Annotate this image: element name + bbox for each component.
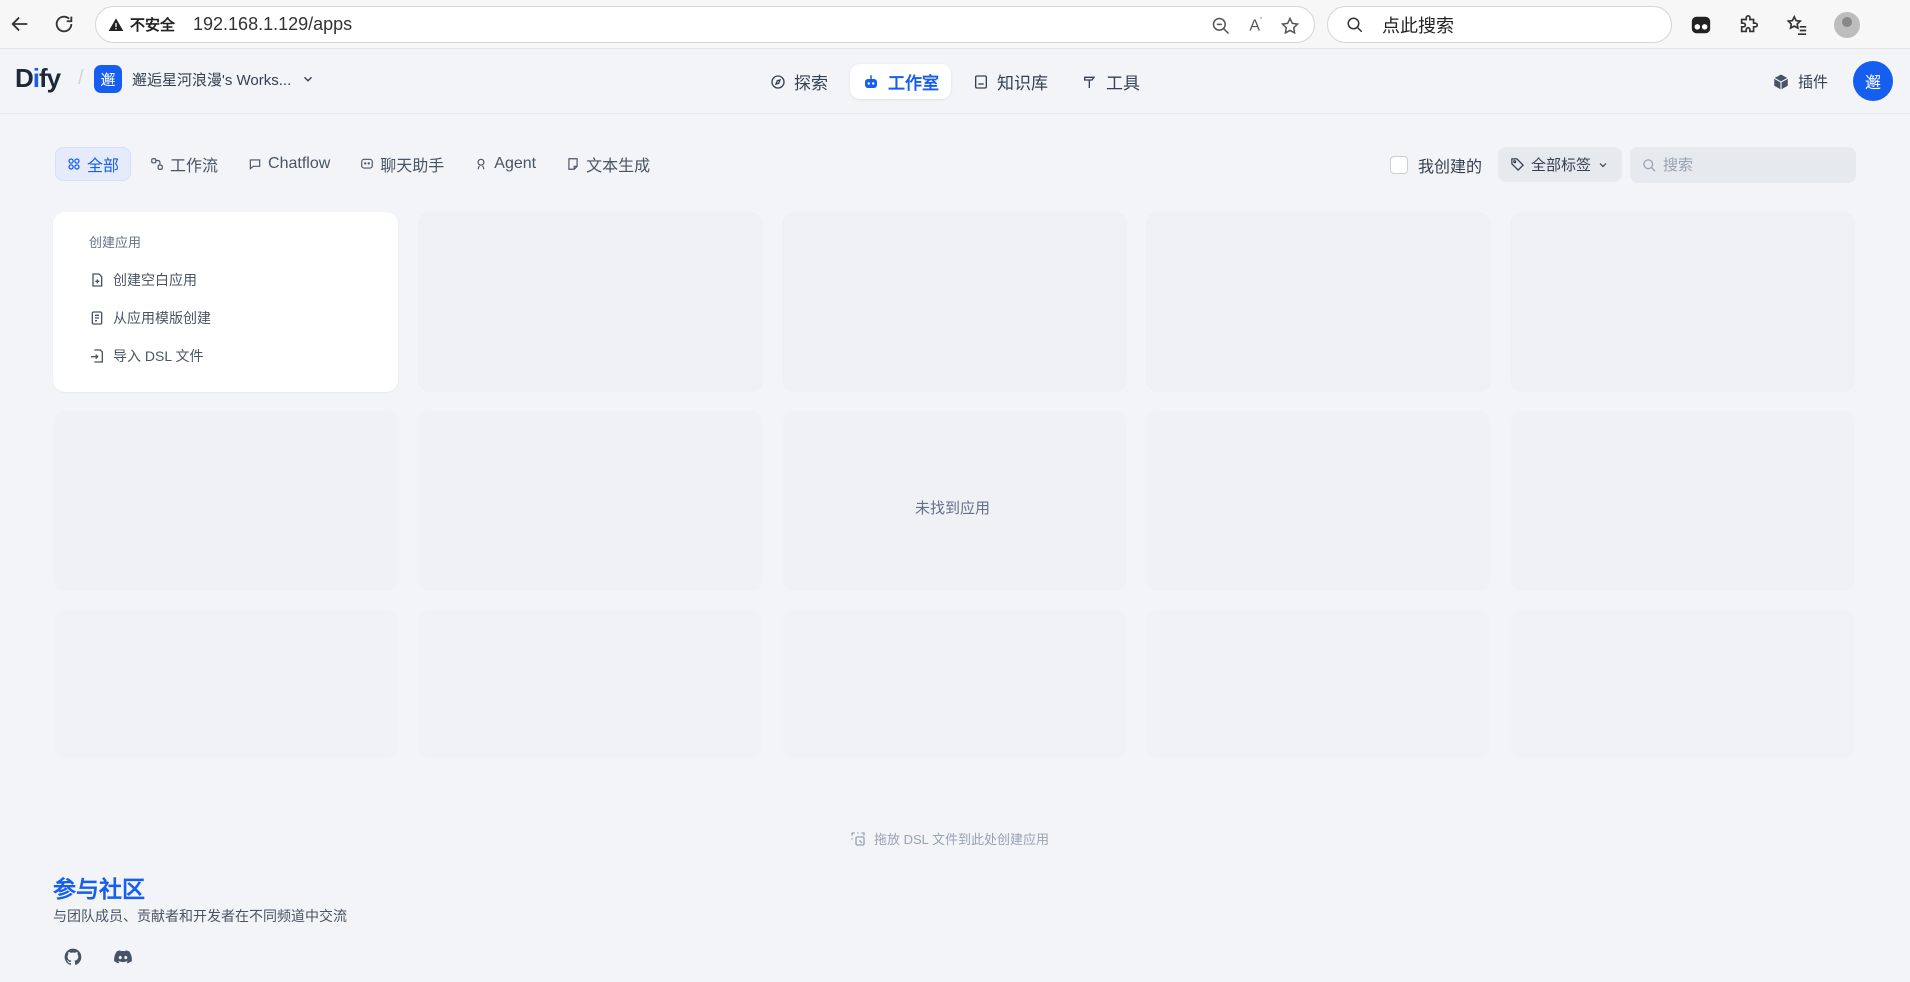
tags-filter[interactable]: 全部标签 [1498,147,1622,182]
chatflow-icon [249,159,261,170]
grid-icon [68,158,80,170]
discord-link[interactable] [110,944,136,970]
create-from-template[interactable]: 从应用模版创建 [89,299,362,337]
nav-explore[interactable]: 探索 [758,64,840,99]
app-header: Dify / 邂 邂逅星河浪漫's Works... 探索 工作室 知识库 工具… [0,49,1910,114]
robot-icon [865,74,877,88]
agent-icon [477,158,485,170]
search-icon [1643,158,1656,172]
search-icon [1347,17,1363,32]
workspace-switcher[interactable]: 邂 邂逅星河浪漫's Works... [94,65,315,93]
extension-app-icon[interactable] [1690,14,1712,36]
browser-search-placeholder: 点此搜索 [1382,15,1454,36]
back-button[interactable] [0,4,40,44]
nav-knowledge[interactable]: 知识库 [961,64,1060,99]
placeholder-card [1146,212,1491,392]
reload-icon [55,15,73,33]
browser-toolbar: 不安全 192.168.1.129/apps Aʼ 点此搜索 [0,0,1910,49]
nav-tools[interactable]: 工具 [1070,64,1152,99]
community-links [60,944,136,970]
placeholder-card [1510,212,1855,392]
read-aloud-icon[interactable]: Aʼ [1249,16,1262,35]
create-blank-app[interactable]: 创建空白应用 [89,261,362,299]
create-app-card: 创建应用 创建空白应用 从应用模版创建 导入 DSL 文件 [53,212,398,392]
address-bar[interactable]: 不安全 192.168.1.129/apps Aʼ [95,6,1315,43]
community-title: 参与社区 [53,876,145,902]
community-subtitle: 与团队成员、贡献者和开发者在不同频道中交流 [53,908,347,924]
chevron-down-icon [304,76,313,82]
cube-icon [1773,74,1789,89]
placeholder-card [1510,411,1855,591]
breadcrumb-divider: / [78,67,84,89]
tab-chat-assistant[interactable]: 聊天助手 [349,147,455,181]
tab-chatflow[interactable]: Chatflow [237,147,341,181]
dsl-drop-hint: 拖放 DSL 文件到此处创建应用 [850,829,1049,848]
favorites-icon[interactable] [1786,14,1808,36]
placeholder-card [1510,609,1855,759]
zoom-out-icon[interactable] [1211,16,1231,36]
placeholder-card [1146,609,1491,759]
profile-avatar[interactable] [1834,11,1860,38]
hammer-icon [1084,76,1096,88]
app-type-tabs: 全部 工作流 Chatflow 聊天助手 Agent 文本生成 [55,147,661,181]
top-navigation: 探索 工作室 知识库 工具 [758,64,1152,99]
book-icon [975,74,987,89]
app-search-input[interactable] [1663,156,1843,174]
file-plus-icon [92,273,103,287]
arrow-left-icon [11,16,28,32]
drag-drop-icon [851,831,865,846]
template-icon [91,311,103,325]
tab-workflow[interactable]: 工作流 [139,147,229,181]
app-search[interactable] [1630,147,1856,183]
placeholder-card [418,212,763,392]
placeholder-card [418,411,763,591]
create-app-title: 创建应用 [89,235,142,250]
tab-all[interactable]: 全部 [55,147,132,181]
import-dsl-file[interactable]: 导入 DSL 文件 [89,337,362,375]
warning-icon [108,17,124,31]
chevron-down-icon [1599,162,1607,167]
reload-button[interactable] [44,4,84,44]
workspace-name: 邂逅星河浪漫's Works... [132,71,292,89]
insecure-label: 不安全 [130,17,176,34]
placeholder-card [53,411,398,591]
chat-bot-icon [361,158,374,169]
placeholder-card [782,212,1127,392]
created-by-me-checkbox[interactable] [1390,156,1408,174]
github-icon [64,948,82,965]
placeholder-card [53,609,398,759]
dify-logo[interactable]: Dify [15,63,61,94]
compass-icon [771,74,785,89]
url-text: 192.168.1.129/apps [193,14,353,34]
puzzle-icon[interactable] [1738,14,1760,36]
user-avatar[interactable]: 邂 [1853,61,1893,101]
import-icon [91,349,103,363]
placeholder-card [418,609,763,759]
github-link[interactable] [60,944,86,970]
browser-search[interactable]: 点此搜索 [1327,6,1672,43]
discord-icon [114,950,132,964]
tab-agent[interactable]: Agent [463,147,547,181]
placeholder-card [782,609,1127,759]
star-icon[interactable] [1280,16,1300,36]
created-by-me-filter[interactable]: 我创建的 [1390,153,1482,177]
empty-state-message: 未找到应用 [914,500,990,517]
workflow-icon [151,158,163,170]
nav-studio[interactable]: 工作室 [850,64,951,99]
plugins-button[interactable]: 插件 [1772,71,1828,92]
workspace-badge: 邂 [94,65,122,93]
tab-text-generation[interactable]: 文本生成 [555,147,661,181]
text-gen-icon [568,158,578,170]
placeholder-card [1146,411,1491,591]
tag-icon [1511,158,1525,172]
